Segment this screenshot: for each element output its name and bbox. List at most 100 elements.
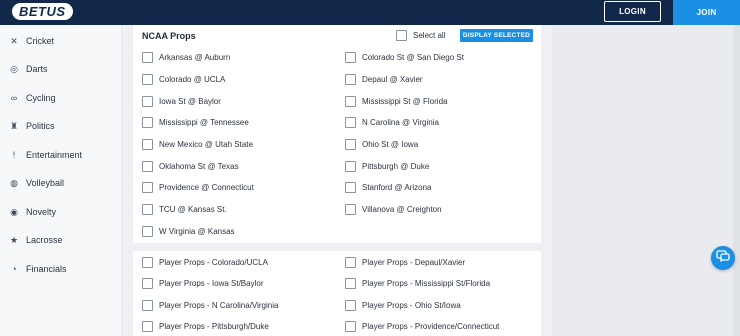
checkbox[interactable] bbox=[142, 256, 153, 268]
prop-option[interactable]: Ohio St @ Iowa bbox=[345, 137, 418, 151]
option-label: Colorado St @ San Diego St bbox=[362, 52, 464, 62]
cycling-icon: ∞ bbox=[10, 93, 18, 103]
sidebar-item-cricket[interactable]: ✕ Cricket bbox=[0, 29, 122, 53]
option-label: Oklahoma St @ Texas bbox=[159, 161, 239, 171]
checkbox[interactable] bbox=[142, 203, 153, 215]
checkbox[interactable] bbox=[142, 320, 153, 332]
checkbox[interactable] bbox=[345, 203, 356, 215]
option-label: Pittsburgh @ Duke bbox=[362, 161, 430, 171]
checkbox[interactable] bbox=[142, 160, 153, 172]
select-all-checkbox[interactable] bbox=[396, 30, 407, 41]
sidebar-item-label: Financials bbox=[26, 264, 67, 274]
sidebar-item-label: Cycling bbox=[26, 93, 56, 103]
sidebar-item-darts[interactable]: ◎ Darts bbox=[0, 57, 122, 81]
player-props-panel: Player Props - Colorado/UCLA Player Prop… bbox=[133, 251, 541, 336]
checkbox[interactable] bbox=[142, 51, 153, 63]
option-label: Player Props - N Carolina/Virginia bbox=[159, 300, 279, 310]
prop-option[interactable]: Colorado St @ San Diego St bbox=[345, 50, 464, 64]
sidebar-item-entertainment[interactable]: ! Entertainment bbox=[0, 143, 122, 167]
chat-button[interactable] bbox=[711, 246, 735, 270]
logo-text: BETUS bbox=[12, 3, 73, 20]
checkbox[interactable] bbox=[142, 95, 153, 107]
option-label: Arkansas @ Auburn bbox=[159, 52, 231, 62]
checkbox[interactable] bbox=[345, 73, 356, 85]
prop-option[interactable]: Player Props - N Carolina/Virginia bbox=[142, 298, 278, 312]
sidebar-item-label: Politics bbox=[26, 121, 55, 131]
sidebar-item-label: Volleyball bbox=[26, 178, 65, 188]
checkbox[interactable] bbox=[142, 277, 153, 289]
politics-icon: ♜ bbox=[9, 121, 19, 131]
lacrosse-icon: ★ bbox=[9, 235, 19, 245]
checkbox[interactable] bbox=[142, 181, 153, 193]
checkbox[interactable] bbox=[142, 225, 153, 237]
option-label: Villanova @ Creighton bbox=[362, 204, 442, 214]
prop-option[interactable]: New Mexico @ Utah State bbox=[142, 137, 253, 151]
prop-option[interactable]: Iowa St @ Baylor bbox=[142, 94, 221, 108]
option-label: Iowa St @ Baylor bbox=[159, 96, 221, 106]
sidebar-item-novelty[interactable]: ◉ Novelty bbox=[0, 200, 122, 224]
login-button[interactable]: LOGIN bbox=[604, 1, 661, 22]
prop-option[interactable]: Pittsburgh @ Duke bbox=[345, 159, 429, 173]
page-scrollbar[interactable] bbox=[733, 25, 740, 336]
prop-option[interactable]: Villanova @ Creighton bbox=[345, 202, 442, 216]
sidebar-item-cycling[interactable]: ∞ Cycling bbox=[0, 86, 122, 110]
prop-option[interactable]: Player Props - Pittsburgh/Duke bbox=[142, 319, 269, 333]
prop-option[interactable]: W Virginia @ Kansas bbox=[142, 224, 235, 238]
option-label: Player Props - Ohio St/Iowa bbox=[362, 300, 461, 310]
checkbox[interactable] bbox=[345, 138, 356, 150]
sidebar-item-lacrosse[interactable]: ★ Lacrosse bbox=[0, 228, 122, 252]
prop-option[interactable]: Stanford @ Arizona bbox=[345, 180, 432, 194]
darts-icon: ◎ bbox=[10, 64, 18, 74]
sidebar-item-volleyball[interactable]: ◍ Volleyball bbox=[0, 171, 122, 195]
checkbox[interactable] bbox=[142, 299, 153, 311]
sidebar-item-label: Lacrosse bbox=[26, 235, 63, 245]
prop-option[interactable]: Colorado @ UCLA bbox=[142, 72, 225, 86]
checkbox[interactable] bbox=[345, 320, 356, 332]
sidebar-item-label: Darts bbox=[26, 64, 48, 74]
prop-option[interactable]: Player Props - Providence/Connecticut bbox=[345, 319, 499, 333]
right-gutter bbox=[552, 25, 740, 336]
option-label: N Carolina @ Virginia bbox=[362, 117, 439, 127]
checkbox[interactable] bbox=[345, 95, 356, 107]
prop-option[interactable]: Mississippi @ Tennessee bbox=[142, 115, 249, 129]
checkbox[interactable] bbox=[142, 138, 153, 150]
option-label: Providence @ Connecticut bbox=[159, 182, 254, 192]
prop-option[interactable]: Oklahoma St @ Texas bbox=[142, 159, 239, 173]
checkbox[interactable] bbox=[142, 116, 153, 128]
prop-option[interactable]: Mississippi St @ Florida bbox=[345, 94, 447, 108]
option-label: Depaul @ Xavier bbox=[362, 74, 423, 84]
prop-option[interactable]: Arkansas @ Auburn bbox=[142, 50, 230, 64]
join-button[interactable]: JOIN bbox=[673, 0, 740, 25]
entertainment-icon: ! bbox=[12, 150, 16, 160]
checkbox[interactable] bbox=[345, 277, 356, 289]
checkbox[interactable] bbox=[345, 160, 356, 172]
display-selected-button[interactable]: DISPLAY SELECTED bbox=[460, 29, 533, 42]
option-label: Mississippi @ Tennessee bbox=[159, 117, 249, 127]
cricket-icon: ✕ bbox=[10, 36, 18, 46]
sidebar-item-financials[interactable]: ◔ Financials bbox=[0, 257, 122, 281]
checkbox[interactable] bbox=[345, 116, 356, 128]
volleyball-icon: ◍ bbox=[10, 178, 18, 188]
financials-icon: ◔ bbox=[11, 264, 17, 274]
prop-option[interactable]: Player Props - Ohio St/Iowa bbox=[345, 298, 461, 312]
prop-option[interactable]: Depaul @ Xavier bbox=[345, 72, 423, 86]
checkbox[interactable] bbox=[345, 299, 356, 311]
option-label: Player Props - Iowa St/Baylor bbox=[159, 278, 264, 288]
prop-option[interactable]: Providence @ Connecticut bbox=[142, 180, 254, 194]
prop-option[interactable]: Player Props - Colorado/UCLA bbox=[142, 255, 268, 269]
panel-title: NCAA Props bbox=[142, 31, 196, 41]
betus-logo[interactable]: BETUS bbox=[12, 3, 73, 20]
checkbox[interactable] bbox=[345, 256, 356, 268]
prop-option[interactable]: Player Props - Depaul/Xavier bbox=[345, 255, 465, 269]
checkbox[interactable] bbox=[345, 51, 356, 63]
chat-icon bbox=[716, 249, 730, 268]
checkbox[interactable] bbox=[142, 73, 153, 85]
option-label: Player Props - Mississippi St/Florida bbox=[362, 278, 491, 288]
select-all-label[interactable]: Select all bbox=[413, 31, 445, 40]
sidebar-item-politics[interactable]: ♜ Politics bbox=[0, 114, 122, 138]
prop-option[interactable]: N Carolina @ Virginia bbox=[345, 115, 439, 129]
checkbox[interactable] bbox=[345, 181, 356, 193]
prop-option[interactable]: Player Props - Iowa St/Baylor bbox=[142, 276, 263, 290]
prop-option[interactable]: Player Props - Mississippi St/Florida bbox=[345, 276, 490, 290]
prop-option[interactable]: TCU @ Kansas St. bbox=[142, 202, 227, 216]
